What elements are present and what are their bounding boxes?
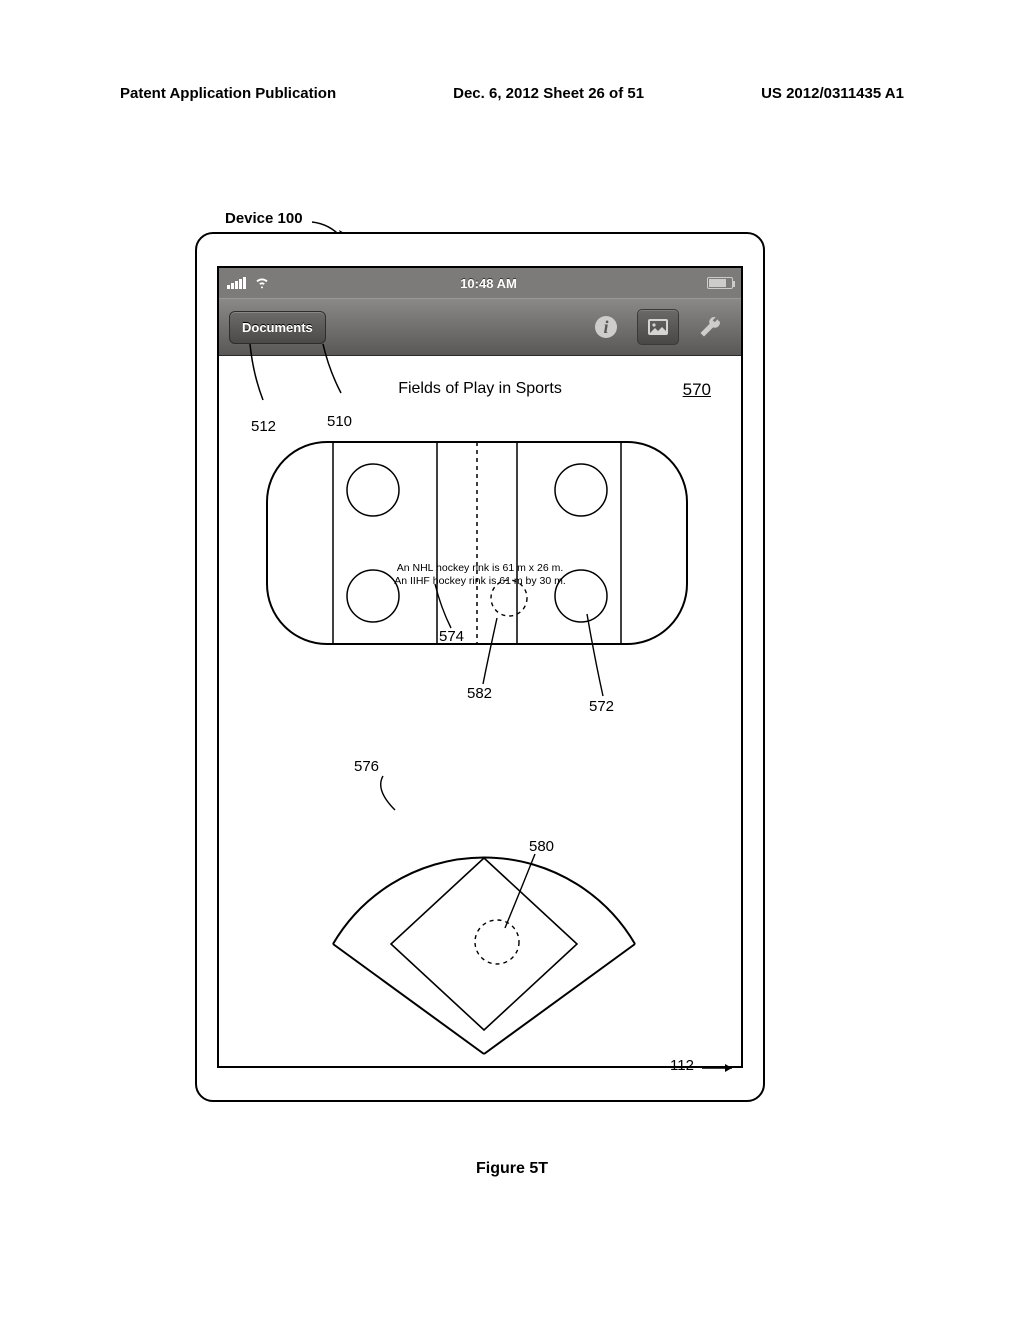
image-icon[interactable]: [637, 309, 679, 345]
header-center: Dec. 6, 2012 Sheet 26 of 51: [453, 85, 644, 102]
status-bar: 10:48 AM: [219, 268, 741, 298]
document-canvas[interactable]: Fields of Play in Sports 570 512 510: [219, 358, 741, 1066]
device-screen: 10:48 AM Documents i Fields of Play in S…: [217, 266, 743, 1068]
header-right: US 2012/0311435 A1: [761, 85, 904, 102]
reference-570: 570: [683, 380, 711, 400]
reference-574: 574: [439, 628, 464, 645]
status-time: 10:48 AM: [460, 276, 517, 291]
svg-text:i: i: [603, 317, 608, 337]
header-left: Patent Application Publication: [120, 85, 336, 102]
info-icon[interactable]: i: [585, 309, 627, 345]
device-frame: 10:48 AM Documents i Fields of Play in S…: [195, 232, 765, 1102]
signal-icon: [227, 277, 246, 289]
reference-510: 510: [327, 413, 352, 430]
reference-572: 572: [589, 698, 614, 715]
baseball-field-graphic: [309, 758, 659, 1058]
battery-icon: [707, 277, 733, 289]
reference-112: 112: [670, 1057, 694, 1074]
document-title: Fields of Play in Sports: [398, 380, 562, 398]
figure-label: Figure 5T: [0, 1160, 1024, 1178]
reference-580: 580: [529, 838, 554, 855]
reference-512: 512: [251, 418, 276, 435]
leader-icon: [702, 1060, 750, 1076]
wifi-icon: [254, 274, 270, 293]
leader-icon: [219, 338, 419, 438]
wrench-icon[interactable]: [689, 309, 731, 345]
page-header: Patent Application Publication Dec. 6, 2…: [120, 85, 904, 102]
leader-icon: [497, 850, 557, 940]
reference-582: 582: [467, 685, 492, 702]
device-label: Device 100: [225, 210, 303, 227]
leader-icon: [579, 610, 649, 706]
leader-icon: [475, 614, 515, 692]
